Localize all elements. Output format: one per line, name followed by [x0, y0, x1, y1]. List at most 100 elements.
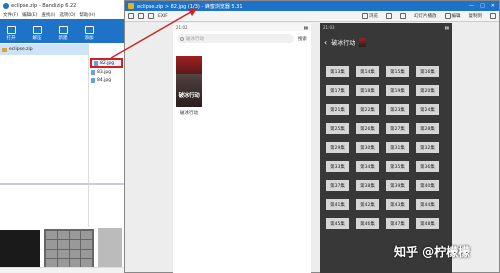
zoom-icon[interactable] — [386, 13, 392, 19]
browse-icon — [362, 13, 368, 19]
menu-edit[interactable]: 编辑(E) — [22, 12, 37, 18]
episode-button[interactable]: 第48集 — [416, 218, 439, 229]
menu-file[interactable]: 文件(F) — [3, 12, 18, 18]
episode-button[interactable]: 第25集 — [326, 123, 349, 134]
episode-button[interactable]: 第47集 — [386, 218, 409, 229]
bandizip-toolbar: 打开 解压 新建 添加 — [0, 19, 125, 43]
image-file-icon — [91, 69, 95, 75]
copy-to-button[interactable]: 复制到 — [469, 13, 483, 19]
previous-icon[interactable] — [138, 13, 144, 19]
phone-status-bar: 21:03 ▮▮ — [320, 23, 452, 31]
episode-button[interactable]: 第19集 — [386, 85, 409, 96]
honeyview-toolbar: EXIF 浏览 幻灯片播放 编辑 复制到 — [125, 11, 499, 22]
episode-button[interactable]: 第31集 — [386, 142, 409, 153]
back-arrow-icon[interactable]: ‹ — [324, 38, 327, 47]
exif-button[interactable]: EXIF — [158, 14, 168, 19]
new-button[interactable]: 新建 — [56, 26, 70, 41]
browse-label: 浏览 — [369, 14, 378, 19]
episode-grid: 第13集 第14集 第15集 第16集第17集 第18集 第19集 第20集第21集 第22集… — [326, 66, 439, 229]
browse-button[interactable]: 浏览 — [362, 13, 378, 19]
tree-item-archive[interactable]: eclipse.zip — [0, 44, 88, 55]
episode-button[interactable]: 第16集 — [416, 66, 439, 77]
episode-button[interactable]: 第39集 — [386, 180, 409, 191]
episode-button[interactable]: 第28集 — [416, 123, 439, 134]
episode-button[interactable]: 第37集 — [326, 180, 349, 191]
episode-button[interactable]: 第27集 — [386, 123, 409, 134]
file-item[interactable]: 83.jpg — [89, 68, 126, 76]
extract-button[interactable]: 解压 — [30, 26, 44, 41]
next-icon[interactable] — [148, 13, 154, 19]
minimize-icon[interactable]: — — [469, 3, 474, 9]
episode-button[interactable]: 第46集 — [356, 218, 379, 229]
maximize-icon[interactable]: □ — [480, 3, 485, 9]
search-button[interactable]: 搜索 — [298, 36, 307, 42]
open-folder-icon[interactable] — [128, 13, 134, 19]
episode-button[interactable]: 第22集 — [356, 104, 379, 115]
archive-icon — [2, 47, 7, 52]
episode-button[interactable]: 第36集 — [416, 161, 439, 172]
show-title: 破冰行动 — [331, 40, 356, 47]
menu-options[interactable]: 选项(O) — [59, 12, 75, 18]
episode-button[interactable]: 第21集 — [326, 104, 349, 115]
episode-button[interactable]: 第32集 — [416, 142, 439, 153]
search-text: 破冰行动 — [186, 36, 204, 42]
preview-thumbnail — [98, 228, 122, 270]
image-file-icon — [91, 77, 95, 83]
slideshow-button[interactable]: 幻灯片播放 — [414, 13, 437, 19]
window-controls: — □ ✕ — [469, 3, 499, 9]
folder-open-icon — [6, 26, 16, 34]
episode-button[interactable]: 第40集 — [416, 180, 439, 191]
episode-button[interactable]: 第34集 — [356, 161, 379, 172]
phone-status-bar: 21:02 ▮▮ — [173, 23, 311, 31]
episode-button[interactable]: 第35集 — [386, 161, 409, 172]
episode-button[interactable]: 第20集 — [416, 85, 439, 96]
episode-button[interactable]: 第30集 — [356, 142, 379, 153]
file-name: 82.jpg — [100, 60, 115, 66]
file-item[interactable]: 84.jpg — [89, 76, 126, 84]
episode-button[interactable]: 第38集 — [356, 180, 379, 191]
episode-button[interactable]: 第15集 — [386, 66, 409, 77]
episode-button[interactable]: 第13集 — [326, 66, 349, 77]
episode-button[interactable]: 第24集 — [416, 104, 439, 115]
episode-button[interactable]: 第23集 — [386, 104, 409, 115]
watermark: 知乎 @柠檬檬 — [394, 245, 471, 259]
episode-header: ‹ 破冰行动 — [320, 34, 452, 51]
file-item-selected[interactable]: 82.jpg — [90, 58, 123, 68]
settings-icon[interactable] — [490, 13, 496, 19]
rotate-icon[interactable] — [400, 13, 406, 19]
episode-button[interactable]: 第45集 — [326, 218, 349, 229]
episode-button[interactable]: 第43集 — [386, 199, 409, 210]
episode-button[interactable]: 第14集 — [356, 66, 379, 77]
search-icon — [180, 36, 184, 41]
episode-button[interactable]: 第41集 — [326, 199, 349, 210]
bandizip-logo-icon — [3, 2, 9, 9]
episode-button[interactable]: 第18集 — [356, 85, 379, 96]
episode-button[interactable]: 第29集 — [326, 142, 349, 153]
close-icon[interactable]: ✕ — [491, 3, 495, 9]
file-name: 84.jpg — [97, 77, 112, 83]
search-input[interactable]: 破冰行动 — [177, 34, 294, 43]
edit-button[interactable]: 编辑 — [444, 13, 461, 19]
result-card[interactable]: 破冰行动 破冰行动 — [176, 56, 202, 118]
tree-item-label: eclipse.zip — [9, 47, 33, 52]
bandizip-titlebar: eclipse.zip - Bandizip 6.22 — [0, 0, 125, 11]
episode-button[interactable]: 第44集 — [416, 199, 439, 210]
episode-button[interactable]: 第33集 — [326, 161, 349, 172]
episode-button[interactable]: 第17集 — [326, 85, 349, 96]
phone-time: 21:03 — [323, 24, 335, 30]
slideshow-label: 幻灯片播放 — [414, 14, 437, 19]
open-button[interactable]: 打开 — [4, 26, 18, 41]
menu-help[interactable]: 帮助(H) — [79, 12, 95, 18]
episode-button[interactable]: 第42集 — [356, 199, 379, 210]
image-file-icon — [94, 60, 98, 66]
add-button[interactable]: 添加 — [82, 26, 96, 41]
preview-thumbnail — [0, 230, 40, 268]
episode-button[interactable]: 第26集 — [356, 123, 379, 134]
file-list: 82.jpg 83.jpg 84.jpg — [88, 44, 126, 227]
poster-image: 破冰行动 — [176, 56, 202, 107]
menu-find[interactable]: 查找(I) — [41, 12, 55, 18]
toolbar-right: 浏览 幻灯片播放 编辑 复制到 — [362, 13, 496, 19]
pane-splitter[interactable] — [0, 183, 126, 185]
episode-screenshot: 21:03 ▮▮ ‹ 破冰行动 第13集 第14集 第15集 第16集第17集 第18集… — [320, 23, 452, 273]
honeyview-titlebar: eclipse.zip > 82.jpg (1/3) - 蜂蜜浏览器 5.31 … — [125, 1, 499, 11]
